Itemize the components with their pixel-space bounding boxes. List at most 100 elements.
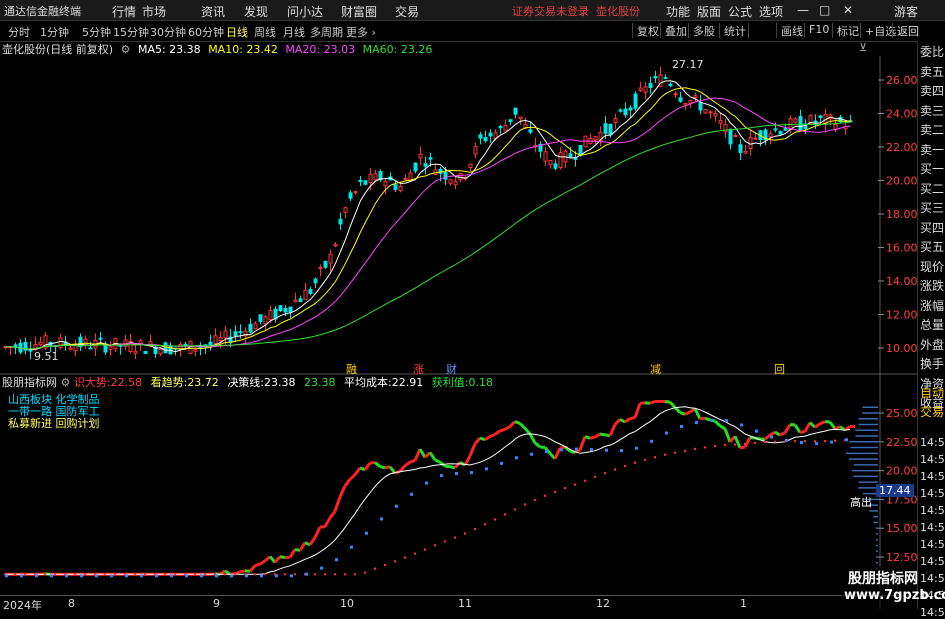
quote-mode-0[interactable]: 自动 [920, 384, 944, 401]
user-label[interactable]: 游客 [894, 3, 918, 20]
candle-body [159, 349, 162, 353]
tab-back[interactable]: 返回 [892, 23, 923, 38]
menu-item-layout[interactable]: 版面 [697, 3, 721, 20]
ma-info-bar: 壶化股份(日线 前复权) ⚙ MA5: 23.38 MA10: 23.42 MA… [0, 41, 880, 56]
collapse-chevron-icon[interactable]: ⊻ [859, 41, 867, 54]
candle-body [184, 344, 187, 345]
maximize-icon[interactable]: □ [819, 3, 830, 17]
candle-body [404, 178, 407, 179]
event-marker-buyback[interactable]: 回 [774, 361, 785, 377]
trade-login-status[interactable]: 证券交易未登录 壶化股份 [512, 3, 640, 19]
avg-cost-dot [314, 573, 316, 575]
tab-multi-period[interactable]: 多周期 [310, 24, 343, 40]
menu-item-discover[interactable]: 发现 [244, 3, 268, 20]
support-dot [185, 574, 188, 577]
low-price-label: 9.51 [34, 350, 59, 363]
minimize-icon[interactable]: — [797, 3, 809, 17]
menu-item-function[interactable]: 功能 [666, 3, 690, 20]
tab-overlay[interactable]: 叠加 [660, 23, 691, 38]
avg-cost-dot [744, 443, 746, 445]
quote-side-panel[interactable]: 委比卖五卖四卖三卖二卖一买一买二买三买四买五现价涨跌涨幅总量外盘换手净资收益自动… [917, 41, 945, 609]
ma60-label: MA60: 23.26 [363, 43, 433, 56]
menu-item-options[interactable]: 选项 [759, 3, 783, 20]
avg-cost-dot [474, 528, 476, 530]
candle-body [714, 114, 717, 116]
app-title: 通达信金融终端 [4, 3, 81, 19]
candle-body [739, 145, 742, 153]
price-tick-label-6: 14.00 [886, 275, 917, 288]
settings-gear-icon[interactable]: ⚙ [121, 43, 131, 56]
tab-draw[interactable]: 画线 [776, 23, 807, 38]
trend-segment [770, 432, 775, 435]
candle-body [254, 324, 257, 329]
menu-item-news[interactable]: 资讯 [201, 3, 225, 20]
candle-body [289, 307, 292, 312]
avg-cost-dot [504, 513, 506, 515]
indicator-name[interactable]: 股朋指标网 [2, 376, 57, 389]
tab-5min[interactable]: 5分钟 [82, 24, 111, 40]
quote-field-1: 卖五 [920, 63, 944, 80]
candle-body [164, 343, 167, 353]
menu-item-wealth[interactable]: 财富圈 [341, 3, 377, 20]
tab-60min[interactable]: 60分钟 [188, 24, 224, 40]
avg-cost-dot [574, 483, 576, 485]
quote-field-13: 涨幅 [920, 297, 944, 314]
trend-segment [610, 425, 615, 436]
candle-body [629, 108, 632, 110]
menu-item-formula[interactable]: 公式 [728, 3, 752, 20]
tab-weekly[interactable]: 周线 [254, 24, 276, 40]
tab-multi-stock[interactable]: 多股 [688, 23, 719, 38]
support-dot [680, 425, 683, 428]
support-dot [605, 449, 608, 452]
menu-item-trade[interactable]: 交易 [395, 3, 419, 20]
trend-segment [650, 401, 655, 403]
kline-chart-area[interactable]: 26.0024.0022.0020.0018.0016.0014.0012.00… [0, 56, 917, 609]
candle-body [449, 180, 452, 183]
candle-body [639, 88, 642, 90]
candle-body [604, 124, 607, 134]
menu-item-quotes[interactable]: 行情 [112, 3, 136, 20]
trend-segment [800, 432, 805, 433]
indicator-profit: 获利值:0.18 [432, 376, 493, 389]
tab-f10[interactable]: F10 [804, 23, 833, 38]
avg-cost-dot [514, 508, 516, 510]
close-icon[interactable]: ✕ [843, 3, 853, 17]
avg-cost-dot [554, 491, 556, 493]
quote-field-16: 换手 [920, 355, 944, 372]
indicator-gear-icon[interactable]: ⚙ [61, 376, 71, 389]
trend-segment [290, 549, 295, 557]
tab-stats[interactable]: 统计 [719, 23, 750, 38]
tab-mark[interactable]: 标记 [832, 23, 863, 38]
event-marker-reduce[interactable]: 减 [650, 361, 661, 377]
tab-30min[interactable]: 30分钟 [150, 24, 186, 40]
tab-monthly[interactable]: 月线 [283, 24, 305, 40]
date-label-sep: 9 [213, 597, 220, 610]
avg-cost-dot [484, 523, 486, 525]
support-dot [635, 447, 638, 450]
menu-item-market[interactable]: 市场 [142, 3, 166, 20]
trend-segment [640, 403, 645, 404]
trend-segment [275, 557, 280, 563]
support-dot [800, 441, 803, 444]
support-dot [230, 574, 233, 577]
tab-1min[interactable]: 1分钟 [40, 24, 69, 40]
tab-more[interactable]: 更多 › [346, 24, 376, 40]
trend-segment [390, 467, 395, 473]
quote-field-15: 外盘 [920, 336, 944, 353]
avg-cost-dot [334, 573, 336, 575]
avg-cost-dot [384, 564, 386, 566]
tab-15min[interactable]: 15分钟 [113, 24, 149, 40]
candle-body [334, 245, 337, 246]
support-dot [200, 574, 203, 577]
quote-field-14: 总量 [920, 316, 944, 333]
quote-mode-1[interactable]: 交易 [920, 403, 944, 420]
candle-body [834, 124, 837, 129]
menu-item-ask[interactable]: 问小达 [287, 3, 323, 20]
tab-daily[interactable]: 日线 [226, 24, 248, 40]
trend-segment [510, 422, 515, 427]
tab-intraday[interactable]: 分时 [8, 24, 30, 40]
support-dot [20, 574, 23, 577]
tab-adjust[interactable]: 复权 [632, 23, 663, 38]
avg-cost-dot [754, 442, 756, 444]
trend-segment [780, 433, 785, 435]
